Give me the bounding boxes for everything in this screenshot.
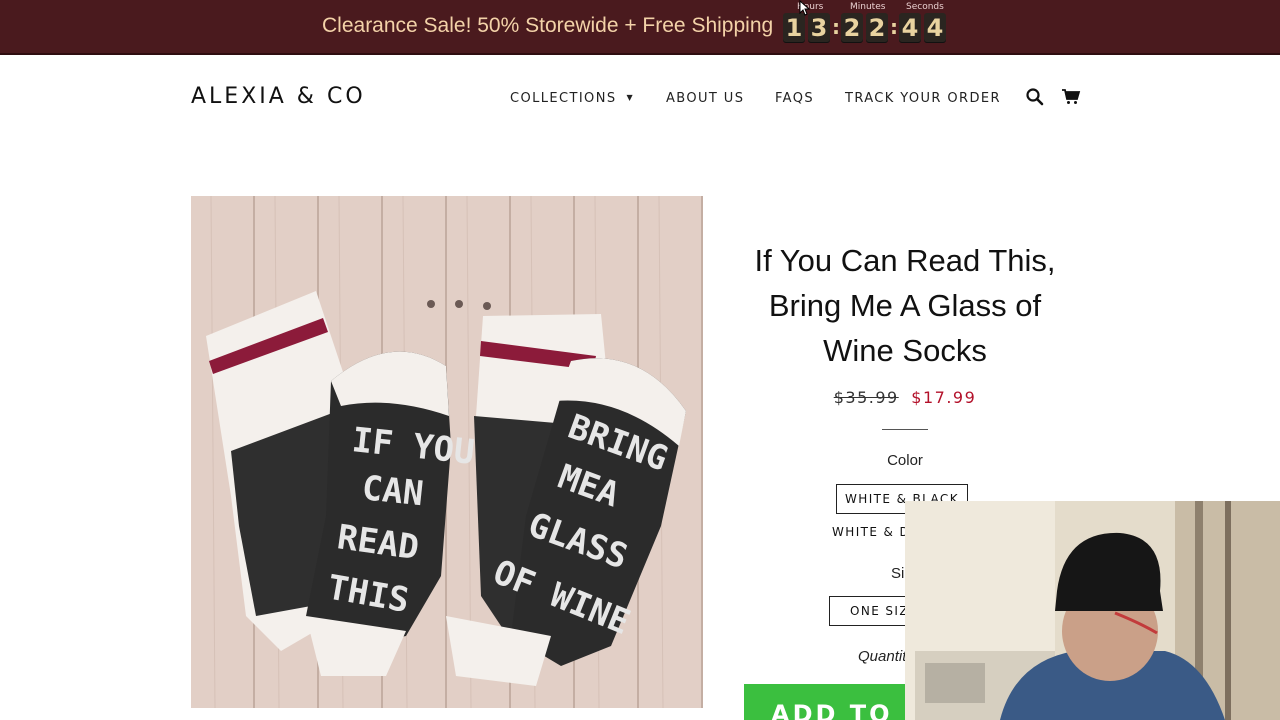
timer-digit: 4 — [899, 13, 921, 43]
sale-price: $17.99 — [911, 388, 977, 407]
nav-faqs[interactable]: FAQS — [775, 91, 814, 106]
store-logo[interactable]: ALEXIA & CO — [191, 84, 366, 109]
nav-about-us[interactable]: ABOUT US — [666, 91, 744, 106]
cart-icon[interactable] — [1061, 87, 1081, 107]
color-option[interactable]: WHITE & D — [832, 525, 910, 539]
search-icon[interactable] — [1025, 87, 1045, 107]
color-label: Color — [887, 452, 923, 469]
nav-collections[interactable]: COLLECTIONS ▼ — [510, 91, 634, 106]
mouse-cursor-icon — [799, 0, 811, 16]
divider — [882, 429, 928, 430]
size-label: Si — [891, 565, 905, 582]
announcement-bar: Clearance Sale! 50% Storewide + Free Shi… — [0, 0, 1280, 55]
timer-minutes-label: Minutes — [850, 2, 886, 12]
timer-digit: 4 — [924, 13, 946, 43]
caret-down-icon: ▼ — [626, 93, 635, 102]
nav-collections-label: COLLECTIONS — [510, 91, 617, 106]
timer-seconds-label: Seconds — [906, 2, 944, 12]
timer-separator: : — [832, 15, 840, 39]
page: Clearance Sale! 50% Storewide + Free Shi… — [0, 0, 1280, 720]
price-row: $35.99 $17.99 — [735, 388, 1075, 407]
product-image[interactable]: IF YOU CAN READ THIS BRING MEA GLASS OF … — [191, 196, 703, 708]
webcam-overlay — [905, 501, 1280, 720]
compare-price: $35.99 — [833, 388, 899, 407]
sock-text: CAN — [360, 468, 425, 514]
timer-digit: 2 — [841, 13, 863, 43]
product-title: If You Can Read This, Bring Me A Glass o… — [754, 243, 1056, 368]
quantity-label: Quantit — [858, 648, 907, 665]
nav-track-order[interactable]: TRACK YOUR ORDER — [845, 91, 1001, 106]
timer-digit: 1 — [783, 13, 805, 43]
timer-digit: 3 — [808, 13, 830, 43]
timer-digit: 2 — [866, 13, 888, 43]
announcement-text: Clearance Sale! 50% Storewide + Free Shi… — [322, 14, 774, 37]
timer-separator: : — [890, 15, 898, 39]
